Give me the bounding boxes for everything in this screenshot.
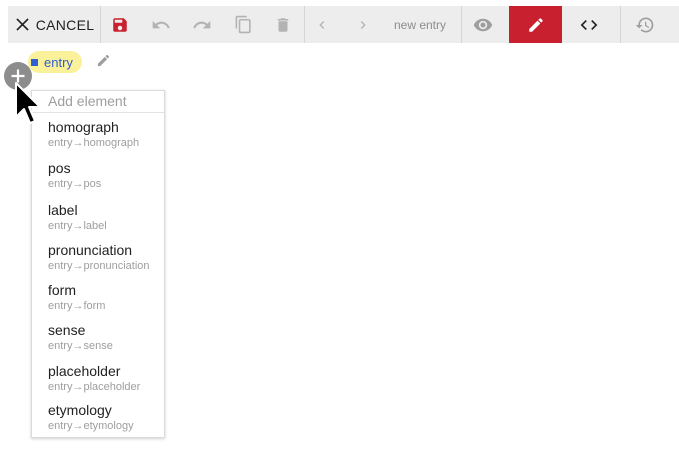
menu-item-path: entry→label	[48, 220, 107, 232]
menu-item-form[interactable]: form entry→form	[48, 282, 160, 313]
source-code-button[interactable]	[562, 6, 615, 43]
next-button[interactable]	[342, 6, 384, 43]
menu-item-label: homograph	[48, 119, 119, 135]
edit-mode-button[interactable]	[509, 6, 562, 43]
menu-item-path: entry→pronunciation	[48, 260, 150, 272]
mouse-pointer-icon	[13, 81, 43, 136]
copy-button[interactable]	[222, 6, 264, 43]
menu-item-label: form	[48, 282, 76, 298]
previous-button[interactable]	[302, 6, 342, 43]
copy-icon	[234, 15, 253, 34]
root-element-row: entry	[28, 51, 82, 73]
menu-item-path: entry→sense	[48, 340, 113, 352]
save-button[interactable]	[100, 6, 140, 43]
delete-button[interactable]	[264, 6, 302, 43]
undo-button[interactable]	[140, 6, 182, 43]
code-icon	[579, 15, 599, 35]
close-icon	[16, 18, 29, 31]
new-entry-title: new entry	[384, 6, 456, 43]
menu-item-homograph[interactable]: homograph entry→homograph	[48, 119, 160, 150]
entry-element-label: entry	[44, 54, 73, 70]
menu-item-label: sense	[48, 322, 86, 338]
menu-header: Add element	[48, 93, 127, 109]
menu-item-etymology[interactable]: etymology entry→etymology	[48, 402, 160, 433]
element-marker-icon	[31, 58, 38, 66]
preview-button[interactable]	[456, 6, 509, 43]
save-icon	[111, 16, 129, 34]
pencil-icon	[527, 16, 545, 34]
add-element-menu: Add element homograph entry→homograph po…	[31, 90, 165, 438]
menu-item-label: etymology	[48, 402, 112, 418]
chevron-left-icon	[314, 17, 330, 33]
cancel-label: CANCEL	[35, 16, 95, 33]
menu-item-label[interactable]: label entry→label	[48, 202, 160, 233]
redo-button[interactable]	[182, 6, 222, 43]
menu-item-sense[interactable]: sense entry→sense	[48, 322, 160, 353]
menu-item-path: entry→pos	[48, 178, 102, 190]
menu-item-pronunciation[interactable]: pronunciation entry→pronunciation	[48, 242, 160, 273]
menu-item-path: entry→etymology	[48, 420, 134, 432]
menu-item-label: pronunciation	[48, 242, 133, 258]
history-button[interactable]	[615, 6, 674, 43]
new-entry-label: new entry	[393, 17, 447, 32]
undo-icon	[151, 15, 171, 35]
menu-item-label: label	[48, 202, 78, 218]
entry-element-chip[interactable]: entry	[28, 51, 82, 73]
menu-item-label: pos	[48, 160, 71, 176]
menu-item-path: entry→placeholder	[48, 381, 141, 393]
delete-icon	[274, 16, 292, 34]
toolbar: CANCEL new entry	[8, 6, 679, 43]
eye-icon	[473, 15, 493, 35]
menu-item-path: entry→homograph	[48, 137, 140, 149]
history-icon	[635, 15, 655, 35]
menu-item-placeholder[interactable]: placeholder entry→placeholder	[48, 363, 160, 394]
menu-divider	[32, 112, 164, 113]
menu-item-label: placeholder	[48, 363, 121, 379]
menu-item-pos[interactable]: pos entry→pos	[48, 160, 160, 191]
cancel-button[interactable]: CANCEL	[8, 6, 100, 43]
menu-item-path: entry→form	[48, 300, 106, 312]
redo-icon	[192, 15, 212, 35]
edit-attributes-icon[interactable]	[96, 53, 111, 68]
chevron-right-icon	[355, 17, 371, 33]
